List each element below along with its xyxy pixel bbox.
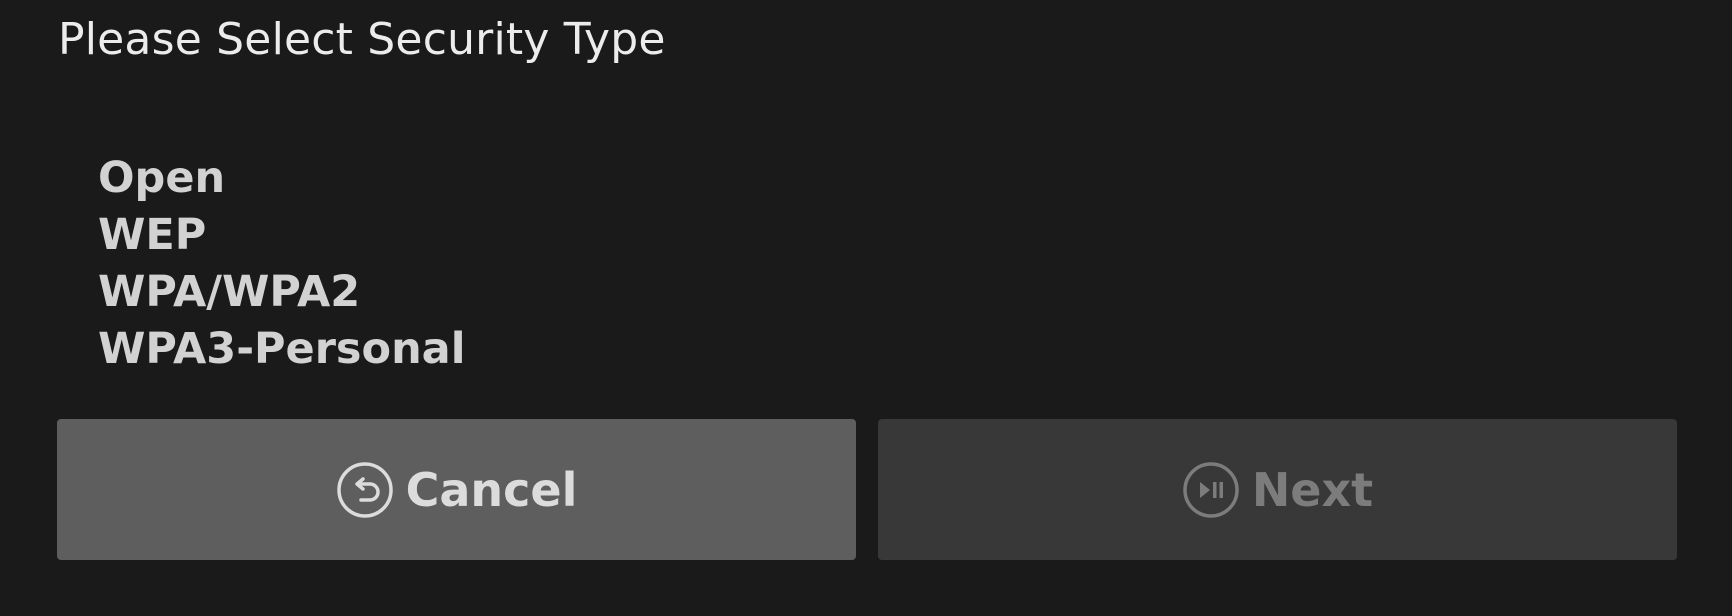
next-button[interactable]: Next: [878, 419, 1677, 560]
play-pause-circle-icon: [1182, 461, 1240, 519]
security-option-wpa3-personal[interactable]: WPA3-Personal: [98, 321, 465, 378]
security-option-wpa-wpa2[interactable]: WPA/WPA2: [98, 264, 465, 321]
security-type-list: Open WEP WPA/WPA2 WPA3-Personal: [98, 150, 465, 378]
dialog-title: Please Select Security Type: [58, 14, 666, 65]
security-option-open[interactable]: Open: [98, 150, 465, 207]
security-option-wep[interactable]: WEP: [98, 207, 465, 264]
next-button-label: Next: [1251, 462, 1374, 517]
cancel-button-label: Cancel: [405, 462, 578, 517]
cancel-button[interactable]: Cancel: [57, 419, 856, 560]
security-type-dialog: Please Select Security Type Open WEP WPA…: [0, 0, 1732, 616]
back-arrow-circle-icon: [336, 461, 394, 519]
